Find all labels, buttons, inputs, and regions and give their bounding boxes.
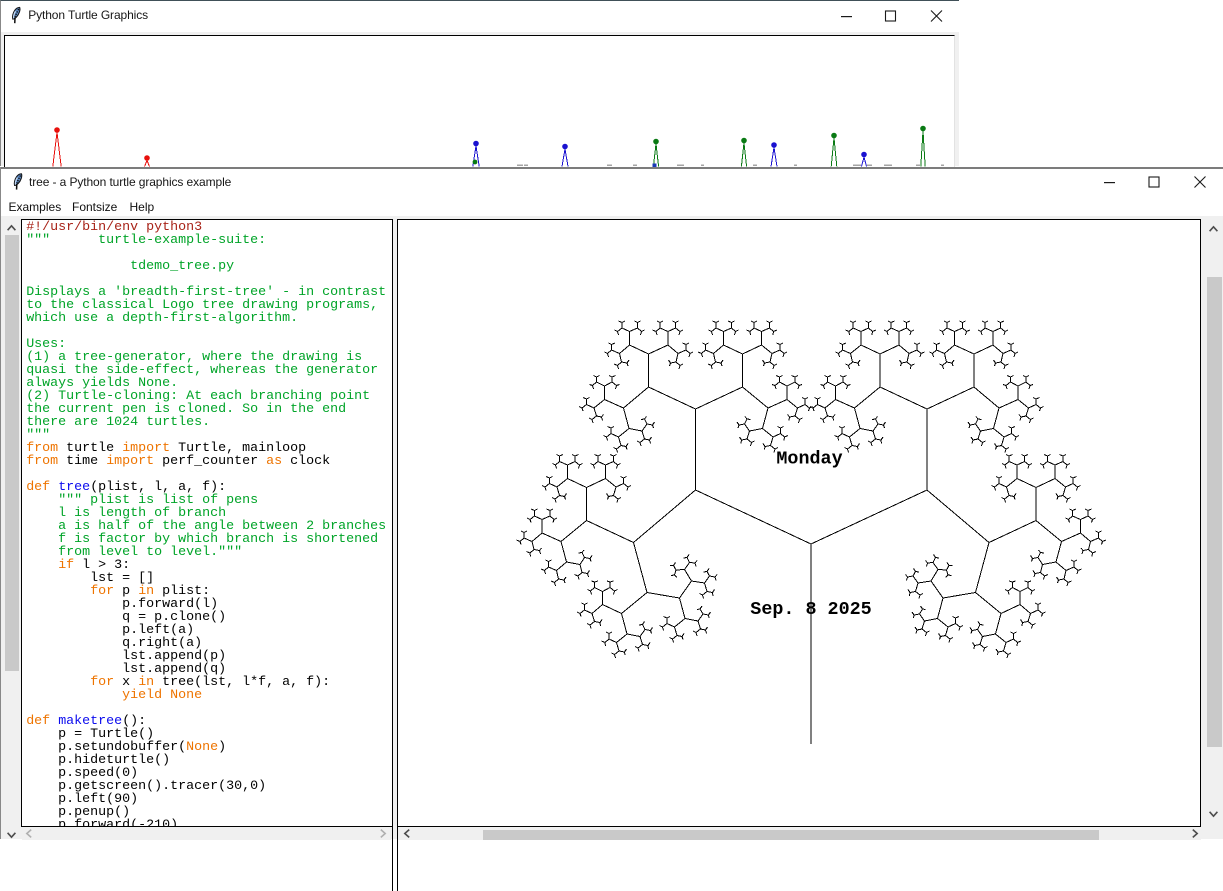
svg-text:Sep. 8 2025: Sep. 8 2025 — [750, 599, 871, 620]
svg-text:Monday: Monday — [776, 449, 842, 470]
